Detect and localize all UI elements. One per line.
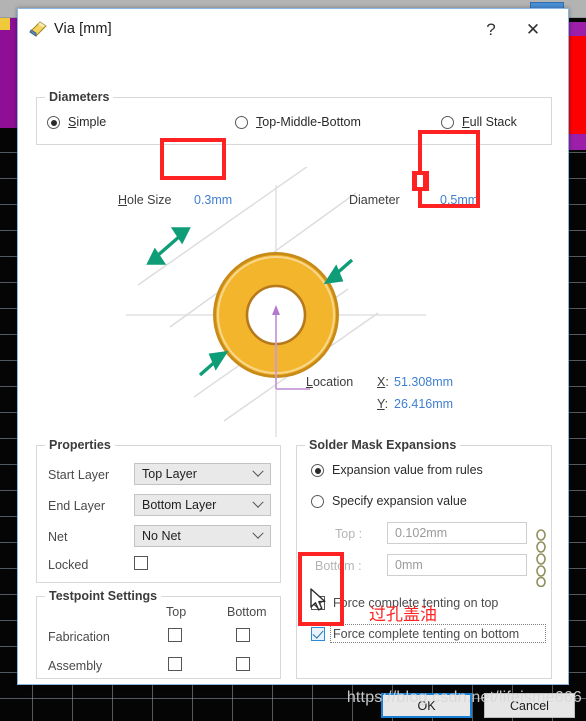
radio-simple-label[interactable]: Simple: [68, 115, 106, 129]
mask-bottom-input[interactable]: 0mm: [387, 554, 527, 576]
chain-link-icon[interactable]: [535, 529, 547, 587]
properties-group: Properties Start Layer Top Layer End Lay…: [36, 438, 281, 583]
net-value: No Net: [142, 529, 181, 543]
chevron-down-icon: [252, 496, 264, 508]
end-layer-label: End Layer: [48, 499, 105, 513]
mask-top-input[interactable]: 0.102mm: [387, 522, 527, 544]
mask-bottom-value: 0mm: [395, 558, 423, 572]
testpoint-row-assembly-label: Assembly: [48, 659, 103, 673]
testpoint-fabrication-bottom-checkbox[interactable]: [236, 628, 250, 642]
tenting-bottom-checkbox[interactable]: [311, 627, 325, 641]
testpoint-col-bottom: Bottom: [227, 605, 267, 619]
hole-size-label: Hole Size: [118, 193, 172, 207]
radio-simple-text: imple: [76, 115, 107, 129]
via-tool-icon: [29, 21, 47, 37]
testpoint-assembly-top-checkbox[interactable]: [168, 657, 182, 671]
diameters-group-title: Diameters: [45, 90, 114, 104]
testpoint-assembly-bottom-checkbox[interactable]: [236, 657, 250, 671]
mask-top-label: Top :: [335, 527, 363, 541]
radio-expansion-from-rules-indicator[interactable]: [311, 464, 324, 477]
net-select[interactable]: No Net: [134, 525, 271, 547]
start-layer-value: Top Layer: [142, 467, 197, 481]
radio-expansion-from-rules-label[interactable]: Expansion value from rules: [332, 463, 483, 477]
annotation-box-hole-size: [160, 138, 226, 180]
testpoint-fabrication-top-checkbox[interactable]: [168, 628, 182, 642]
hole-size-value[interactable]: 0.3mm: [194, 193, 232, 207]
radio-top-middle-bottom-text: op-Middle-Bottom: [262, 115, 361, 129]
dialog-title: Via [mm]: [54, 21, 112, 37]
radio-specify-expansion-indicator[interactable]: [311, 495, 324, 508]
watermark-text: https://blog.csdn.net/lifeisme666: [346, 689, 582, 706]
testpoint-group: Testpoint Settings Top Bottom Fabricatio…: [36, 589, 281, 679]
location-label: Location: [306, 375, 354, 389]
testpoint-row-fabrication-label: Fabrication: [48, 630, 110, 644]
via-properties-dialog: Via [mm] ? ✕ Diameters Simple Top-Middle…: [17, 8, 575, 718]
close-button[interactable]: ✕: [518, 17, 548, 43]
chevron-down-icon: [252, 465, 264, 477]
help-button[interactable]: ?: [476, 17, 506, 43]
radio-specify-expansion-label[interactable]: Specify expansion value: [332, 494, 467, 508]
location-y-label: Y:: [377, 397, 389, 411]
testpoint-group-title: Testpoint Settings: [45, 589, 162, 603]
radio-top-middle-bottom-indicator[interactable]: [235, 116, 248, 129]
testpoint-col-top: Top: [166, 605, 187, 619]
via-preview-graphic: [126, 158, 426, 437]
net-label: Net: [48, 530, 68, 544]
start-layer-select[interactable]: Top Layer: [134, 463, 271, 485]
radio-simple-indicator[interactable]: [47, 116, 60, 129]
solder-mask-group-title: Solder Mask Expansions: [305, 438, 461, 452]
start-layer-label: Start Layer: [48, 468, 110, 482]
pcb-yellow-marker: [0, 18, 10, 30]
annotation-tab-diameter-inner: [417, 175, 423, 187]
chevron-down-icon: [252, 527, 264, 539]
radio-full-stack-label[interactable]: Full Stack: [462, 115, 517, 129]
locked-checkbox[interactable]: [134, 556, 148, 570]
locked-label: Locked: [48, 558, 89, 572]
annotation-box-diameter: [418, 130, 480, 208]
radio-top-middle-bottom-label[interactable]: Top-Middle-Bottom: [256, 115, 361, 129]
location-x-label: X:: [377, 375, 389, 389]
diameter-label: Diameter: [349, 193, 400, 207]
mask-top-value: 0.102mm: [395, 526, 448, 540]
annotation-note-chinese: 过孔盖油: [369, 605, 437, 625]
end-layer-select[interactable]: Bottom Layer: [134, 494, 271, 516]
radio-full-stack-text: ull Stack: [469, 115, 517, 129]
radio-full-stack-indicator[interactable]: [441, 116, 454, 129]
location-y-value[interactable]: 26.416mm: [394, 397, 453, 411]
via-preview-area: Hole Size 0.3mm Diameter 0.5mm Location …: [18, 158, 570, 445]
dialog-titlebar[interactable]: Via [mm] ? ✕: [18, 9, 568, 49]
end-layer-value: Bottom Layer: [142, 498, 217, 512]
location-x-value[interactable]: 51.308mm: [394, 375, 453, 389]
mouse-cursor: [310, 588, 326, 611]
tenting-bottom-focus-outline: [330, 624, 546, 643]
properties-group-title: Properties: [45, 438, 115, 452]
